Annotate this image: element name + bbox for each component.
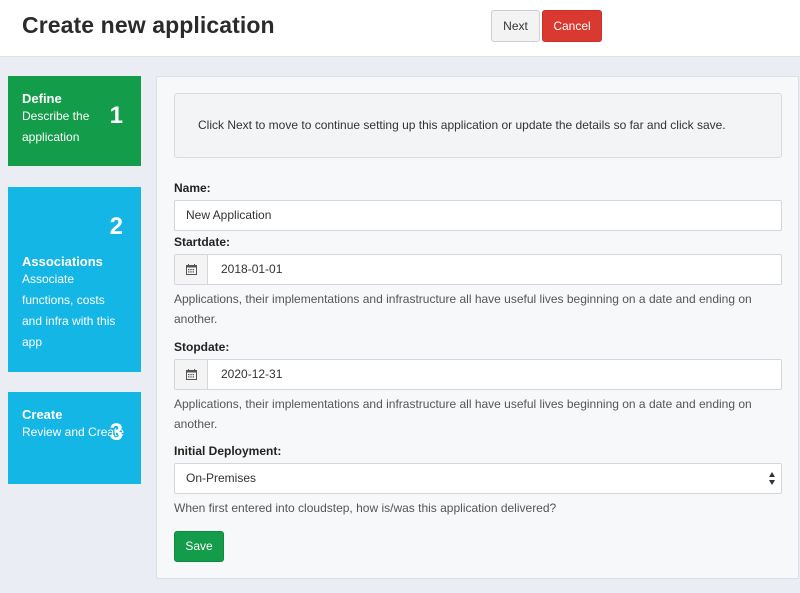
deployment-select[interactable]: On-Premises <box>174 463 782 494</box>
stopdate-help: Applications, their implementations and … <box>174 397 752 431</box>
next-button[interactable]: Next <box>491 10 540 42</box>
cancel-button[interactable]: Cancel <box>542 10 602 42</box>
startdate-label: Startdate: <box>174 235 231 249</box>
startdate-input[interactable]: 2018-01-01 <box>174 254 782 285</box>
stopdate-label: Stopdate: <box>174 340 230 354</box>
name-label: Name: <box>174 181 211 195</box>
step-description: Associate functions, costs and infra wit… <box>22 272 116 349</box>
stopdate-value: 2020-12-31 <box>221 367 283 381</box>
step-title: Associations <box>22 254 103 269</box>
save-button[interactable]: Save <box>174 531 224 562</box>
page-title: Create new application <box>22 12 275 38</box>
stopdate-input[interactable]: 2020-12-31 <box>174 359 782 390</box>
step-define[interactable]: Define Describe the application 1 <box>8 76 141 166</box>
info-message: Click Next to move to continue setting u… <box>174 93 782 158</box>
startdate-value: 2018-01-01 <box>221 262 283 276</box>
step-number: 3 <box>109 419 123 446</box>
startdate-help: Applications, their implementations and … <box>174 292 752 326</box>
step-create[interactable]: Create Review and Create 3 <box>8 392 141 484</box>
select-arrows-icon <box>769 472 775 485</box>
deployment-value: On-Premises <box>186 471 257 485</box>
calendar-icon[interactable] <box>175 255 208 284</box>
deployment-help: When first entered into cloudstep, how i… <box>174 501 557 515</box>
top-bar: Create new application Next Cancel <box>0 0 800 57</box>
calendar-icon[interactable] <box>175 360 208 389</box>
step-associations[interactable]: 2 Associations Associate functions, cost… <box>8 187 141 372</box>
name-input[interactable]: New Application <box>174 200 782 231</box>
step-number: 2 <box>109 213 123 240</box>
step-number: 1 <box>109 102 123 129</box>
deployment-label: Initial Deployment: <box>174 444 282 458</box>
form-panel: Click Next to move to continue setting u… <box>156 76 799 579</box>
